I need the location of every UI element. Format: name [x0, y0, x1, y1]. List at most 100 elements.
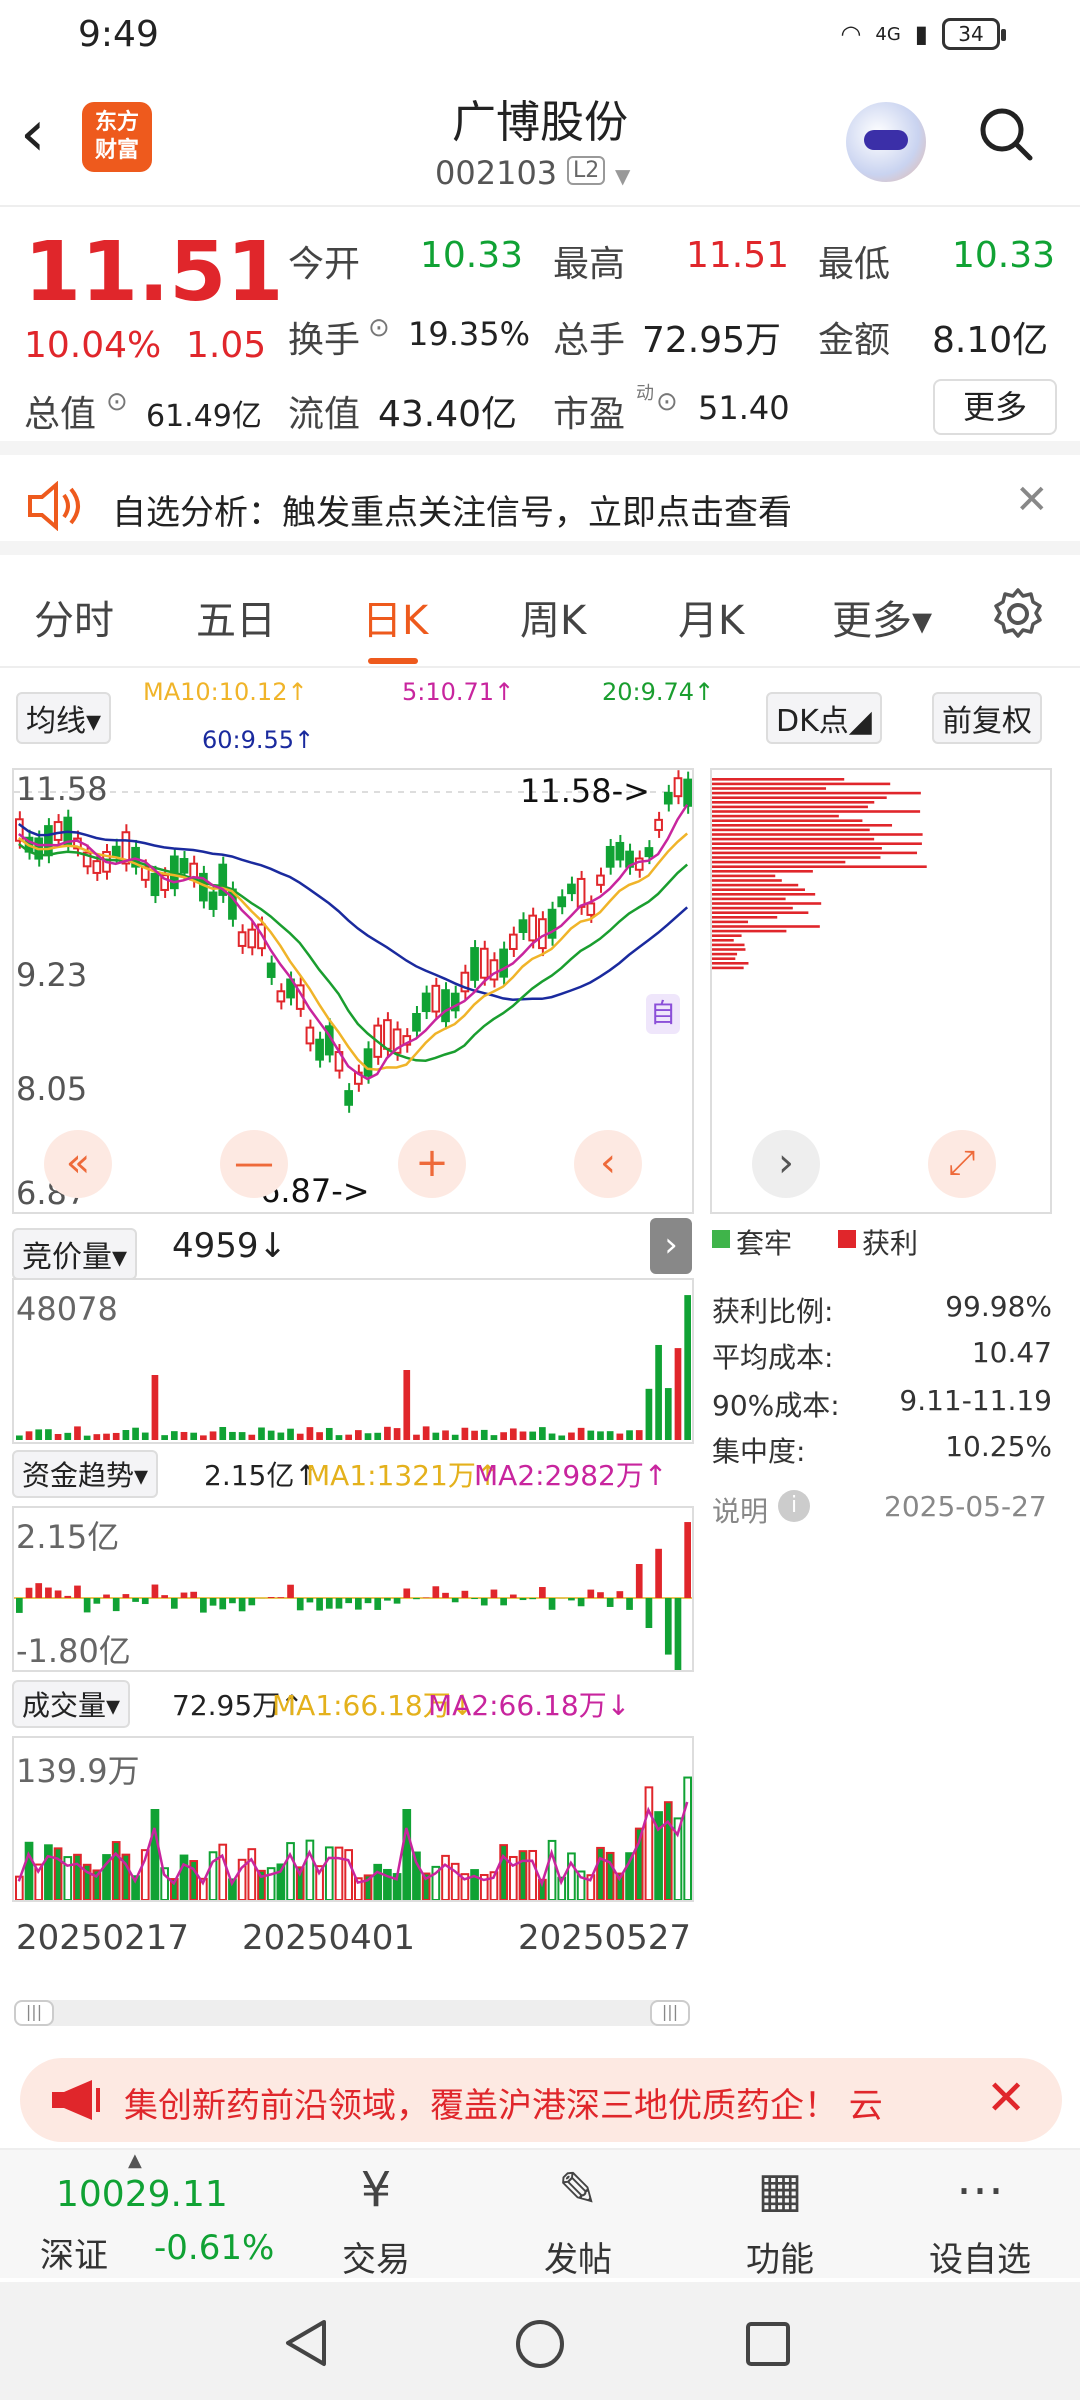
chip-bar — [712, 782, 891, 786]
dk-point-button[interactable]: DK点◢ — [766, 692, 882, 744]
info-icon[interactable]: ⊙ — [368, 313, 390, 343]
ma20-label: 20:9.74↑ — [602, 678, 715, 706]
index-value[interactable]: 10029.11 — [56, 2174, 228, 2215]
chip-bar — [712, 911, 809, 914]
capital-bar — [316, 1598, 323, 1611]
promo-banner[interactable]: 集创新药前沿领域，覆盖沪港深三地优质药企！ 云 ✕ — [20, 2058, 1062, 2142]
auction-bar — [568, 1432, 575, 1440]
capital-bar — [209, 1598, 217, 1606]
auction-bar — [190, 1432, 198, 1440]
tab-weekly-k[interactable]: 周K — [520, 588, 586, 646]
chevron-up-icon[interactable]: ▲ — [128, 2150, 142, 2171]
forward-adjust-button[interactable]: 前复权 — [932, 692, 1042, 744]
tab-more[interactable]: 更多▾ — [832, 588, 932, 646]
chip-distribution[interactable]: › ⤢ — [710, 768, 1052, 1214]
close-icon[interactable]: ✕ — [986, 2070, 1026, 2126]
more-quote-button[interactable]: 更多 — [933, 379, 1057, 435]
max-price-note: 11.58-> — [520, 772, 650, 810]
nav-trade[interactable]: 交易 — [306, 2232, 446, 2281]
watchlist-icon[interactable]: ⋯ — [910, 2162, 1050, 2218]
kline-chart[interactable]: 11.58 9.23 8.05 6.87 11.58-> 6.87-> 自 « … — [12, 768, 694, 1214]
chip-bar — [712, 801, 875, 804]
assistant-avatar[interactable] — [846, 102, 926, 182]
auction-bar — [83, 1435, 91, 1440]
capital-bar — [374, 1598, 382, 1610]
candle-body — [431, 984, 441, 1013]
candle-body — [276, 990, 286, 1003]
capital-bar — [35, 1583, 43, 1598]
prev-button[interactable]: ‹ — [574, 1130, 642, 1198]
chip-bar — [712, 787, 827, 790]
nav-function[interactable]: 功能 — [710, 2232, 850, 2281]
chevron-down-icon[interactable]: ▼ — [615, 164, 630, 188]
function-icon[interactable]: ▦ — [710, 2162, 850, 2218]
turnover-value: 19.35% — [408, 315, 531, 353]
chip-bar — [712, 902, 822, 905]
home-circle-icon[interactable] — [514, 2318, 566, 2370]
capital-ma2: MA2:2982万↑ — [474, 1459, 668, 1492]
mktcap-label: 总值 — [24, 394, 97, 435]
ma60-label: 60:9.55↑ — [202, 726, 315, 754]
volume-selector[interactable]: 成交量▾ — [12, 1680, 131, 1728]
tab-intraday[interactable]: 分时 — [34, 588, 114, 646]
gear-icon[interactable] — [990, 586, 1046, 642]
capital-bar — [277, 1597, 285, 1598]
back-triangle-icon[interactable] — [282, 2318, 330, 2368]
volume-bar — [24, 1841, 34, 1901]
nav-post[interactable]: 发帖 — [508, 2232, 648, 2281]
close-icon[interactable]: ✕ — [1015, 477, 1049, 523]
change-amount: 1.05 — [186, 325, 267, 366]
candle-body — [673, 777, 683, 798]
auction-bar — [141, 1432, 149, 1440]
chip-bar — [712, 805, 868, 809]
capital-selector[interactable]: 资金趋势▾ — [12, 1450, 159, 1498]
info-icon[interactable]: ⊙ — [656, 387, 678, 417]
capital-bar — [151, 1584, 159, 1598]
capital-bar — [25, 1587, 33, 1598]
capital-bar — [74, 1585, 81, 1598]
candle-body — [441, 989, 450, 1023]
range-handle-right[interactable]: ||| — [650, 2000, 690, 2026]
auction-selector[interactable]: 竞价量▾ — [12, 1228, 138, 1280]
search-icon[interactable] — [978, 106, 1034, 162]
note-label[interactable]: 说明 — [712, 1490, 768, 1530]
auction-bar — [432, 1432, 440, 1440]
signal-alert[interactable]: 自选分析：触发重点关注信号，立即点击查看 ✕ — [0, 455, 1080, 555]
date-end: 20250527 — [518, 1918, 692, 1958]
range-scrollbar[interactable]: ||| ||| — [14, 2000, 690, 2026]
info-icon[interactable]: ⊙ — [106, 387, 128, 417]
tab-daily-k[interactable]: 日K — [362, 588, 428, 646]
wifi-icon: ◠ — [840, 20, 862, 48]
chip-bar — [712, 837, 875, 841]
volume-bar — [373, 1863, 383, 1901]
next-button[interactable]: › — [752, 1130, 820, 1198]
zoom-in-button[interactable]: + — [398, 1130, 466, 1198]
volume-bar — [596, 1846, 605, 1901]
auction-bar — [471, 1430, 478, 1440]
nav-add-watchlist[interactable]: 设自选 — [910, 2232, 1050, 2281]
capital-bar — [626, 1598, 633, 1610]
auction-bar — [112, 1432, 120, 1440]
post-icon[interactable]: ✎ — [508, 2162, 648, 2218]
ma-selector[interactable]: 均线▾ — [16, 692, 112, 744]
fast-back-button[interactable]: « — [44, 1130, 112, 1198]
trade-icon[interactable]: ¥ — [306, 2162, 446, 2218]
auction-bar — [509, 1428, 517, 1440]
info-icon[interactable]: i — [778, 1490, 810, 1522]
auction-bar — [480, 1429, 488, 1440]
chip-bar — [712, 929, 787, 933]
capital-bar — [248, 1598, 256, 1606]
expand-icon[interactable]: ⤢ — [928, 1130, 996, 1198]
chevron-right-icon[interactable]: › — [650, 1218, 692, 1274]
zoom-out-button[interactable]: — — [220, 1130, 288, 1198]
period-tabs: 分时 五日 日K 周K 月K 更多▾ — [0, 560, 1080, 668]
recents-square-icon[interactable] — [744, 2320, 792, 2368]
tab-monthly-k[interactable]: 月K — [678, 588, 744, 646]
level2-badge[interactable]: L2 — [567, 156, 606, 185]
range-handle-left[interactable]: ||| — [14, 2000, 54, 2026]
auction-bar — [296, 1433, 304, 1440]
candle-body — [663, 791, 673, 805]
auto-badge[interactable]: 自 — [646, 994, 680, 1034]
tab-five-day[interactable]: 五日 — [196, 588, 276, 646]
capital-bar — [413, 1598, 420, 1600]
